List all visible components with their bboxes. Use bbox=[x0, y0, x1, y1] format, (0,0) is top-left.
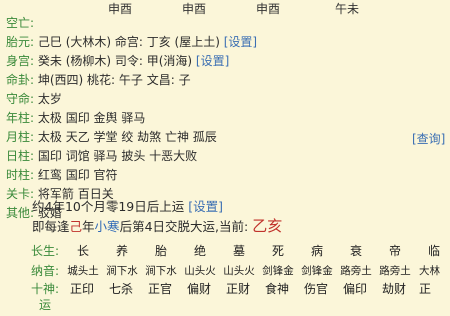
dayun-gan: 己 bbox=[69, 219, 83, 234]
table-row-bottom-partial: 运 bbox=[0, 294, 450, 316]
table-label: 运 bbox=[38, 298, 51, 312]
bazi-panel: 申酉 申酉 申酉 午未 空亡: 胎元: 己巳 (大林木) 命宫: 丁亥 (屋上土… bbox=[0, 0, 450, 312]
info-row-shizhu: 时柱: 红鸾 国印 官符 bbox=[6, 166, 118, 184]
dayun-line-1: 约4年10个月零19日后上运 [设置] bbox=[32, 198, 223, 216]
info-value: 癸未 (杨柳木) 司令: 甲(消海) bbox=[37, 54, 193, 68]
info-row-minggua: 命卦: 坤(西四) 桃花: 午子 文昌: 子 bbox=[6, 71, 191, 89]
settings-link[interactable]: [设置] bbox=[224, 35, 257, 49]
info-row-shouming: 守命: 太岁 bbox=[6, 90, 62, 108]
info-row-nianzhu: 年柱: 太极 国印 金舆 驿马 bbox=[6, 109, 145, 127]
table-cell: 绝 bbox=[193, 244, 206, 258]
info-value: 国印 词馆 驿马 披头 十恶大败 bbox=[37, 149, 198, 163]
table-row-changsheng: 长生: 长 养 胎 绝 墓 死 病 衰 帝 临 bbox=[0, 240, 450, 262]
table-cell: 长 bbox=[76, 244, 89, 258]
table-cell: 衰 bbox=[349, 244, 362, 258]
info-value: 红鸾 国印 官符 bbox=[37, 168, 118, 182]
dayun-current: 乙亥 bbox=[252, 217, 283, 235]
info-row-taiyuan: 胎元: 己巳 (大林木) 命宫: 丁亥 (屋上土) [设置] bbox=[6, 33, 257, 51]
table-cell: 病 bbox=[310, 244, 323, 258]
header-cell-3: 申酉 bbox=[256, 2, 281, 16]
dayun-settings-link[interactable]: [设置] bbox=[188, 199, 223, 214]
table-cell: 临 bbox=[427, 244, 440, 258]
table-label: 长生: bbox=[30, 244, 60, 258]
info-label: 月柱: bbox=[6, 130, 35, 144]
settings-link[interactable]: [设置] bbox=[196, 54, 229, 68]
info-value: 坤(西四) 桃花: 午子 文昌: 子 bbox=[37, 73, 191, 87]
table-cell: 死 bbox=[271, 244, 284, 258]
dayun-mid1: 年 bbox=[82, 219, 95, 234]
table-cell: 帝 bbox=[388, 244, 401, 258]
info-label: 其他: bbox=[6, 206, 35, 220]
info-value: 太极 天乙 学堂 绞 劫煞 亡神 孤辰 bbox=[37, 130, 217, 144]
info-label: 空亡: bbox=[6, 16, 35, 30]
dayun-prefix: 即每逢 bbox=[32, 219, 70, 234]
info-row-kongwang: 空亡: bbox=[6, 14, 34, 32]
info-label: 身宫: bbox=[6, 54, 35, 68]
info-value: 太极 国印 金舆 驿马 bbox=[37, 111, 146, 125]
info-label: 年柱: bbox=[6, 111, 35, 125]
info-value: 己巳 (大林木) 命宫: 丁亥 (屋上土) bbox=[37, 35, 220, 49]
info-label: 日柱: bbox=[6, 149, 35, 163]
info-row-shengong: 身宫: 癸未 (杨柳木) 司令: 甲(消海) [设置] bbox=[6, 52, 229, 70]
dayun-term: 小寒 bbox=[94, 219, 120, 234]
header-cell-1: 申酉 bbox=[108, 2, 133, 16]
info-label: 胎元: bbox=[6, 35, 35, 49]
info-label: 守命: bbox=[6, 92, 35, 106]
table-cell: 养 bbox=[115, 244, 128, 258]
info-label: 关卡: bbox=[6, 187, 35, 201]
header-cell-2: 申酉 bbox=[182, 2, 207, 16]
info-label: 时柱: bbox=[6, 168, 35, 182]
dayun-start-text: 约4年10个月零19日后上运 bbox=[32, 199, 185, 214]
info-row-yuezhu: 月柱: 太极 天乙 学堂 绞 劫煞 亡神 孤辰 bbox=[6, 128, 217, 146]
query-link[interactable]: [查询] bbox=[412, 130, 445, 148]
info-value: 太岁 bbox=[37, 92, 62, 106]
dayun-line-2: 即每逢己年小寒后第4日交脱大运,当前: 乙亥 bbox=[32, 217, 282, 235]
info-label: 命卦: bbox=[6, 73, 35, 87]
info-row-rizhu: 日柱: 国印 词馆 驿马 披头 十恶大败 bbox=[6, 147, 197, 165]
table-cell: 胎 bbox=[154, 244, 167, 258]
header-cell-4: 午未 bbox=[335, 2, 360, 16]
dayun-mid2: 后第4日交脱大运,当前: bbox=[119, 219, 249, 234]
table-cell: 墓 bbox=[232, 244, 245, 258]
